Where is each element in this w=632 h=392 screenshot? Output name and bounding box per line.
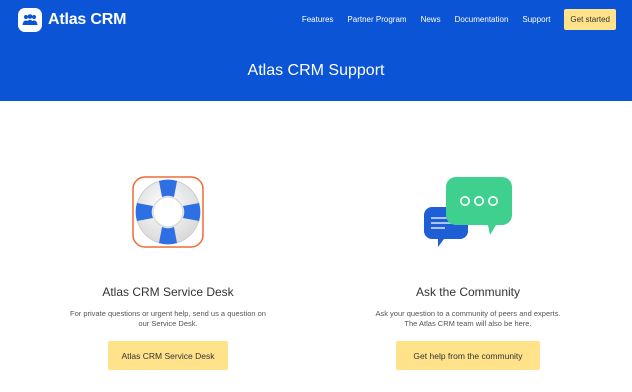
- community-description-line: Ask your question to a community of peer…: [375, 309, 561, 318]
- nav-documentation[interactable]: Documentation: [455, 15, 509, 24]
- chat-bubbles-icon: [422, 175, 514, 254]
- top-nav: Features Partner Program News Documentat…: [302, 8, 616, 30]
- support-options: Atlas CRM Service Desk For private quest…: [0, 101, 632, 392]
- get-started-button[interactable]: Get started: [564, 8, 616, 30]
- page-title: Atlas CRM Support: [247, 62, 385, 79]
- logo-text: Atlas CRM: [48, 11, 127, 28]
- service-desk-description-line: our Service Desk.: [138, 319, 198, 328]
- community-title: Ask the Community: [415, 285, 521, 299]
- community-description-line: The Atlas CRM team will also be here.: [404, 319, 532, 328]
- nav-news[interactable]: News: [421, 15, 441, 24]
- nav-support[interactable]: Support: [522, 15, 550, 24]
- community-button[interactable]: Get help from the community: [396, 341, 540, 370]
- team-icon: [18, 8, 42, 32]
- site-header: Atlas CRM Features Partner Program News …: [0, 0, 632, 101]
- logo[interactable]: Atlas CRM: [18, 7, 126, 33]
- community-description: Ask your question to a community of peer…: [348, 309, 588, 329]
- service-desk-button[interactable]: Atlas CRM Service Desk: [108, 341, 228, 370]
- lifebuoy-icon: [131, 175, 205, 254]
- service-desk-description-line: For private questions or urgent help, se…: [70, 309, 266, 318]
- service-desk-title: Atlas CRM Service Desk: [102, 285, 234, 299]
- service-desk-description: For private questions or urgent help, se…: [48, 309, 288, 329]
- nav-features[interactable]: Features: [302, 15, 334, 24]
- nav-partner-program[interactable]: Partner Program: [347, 15, 406, 24]
